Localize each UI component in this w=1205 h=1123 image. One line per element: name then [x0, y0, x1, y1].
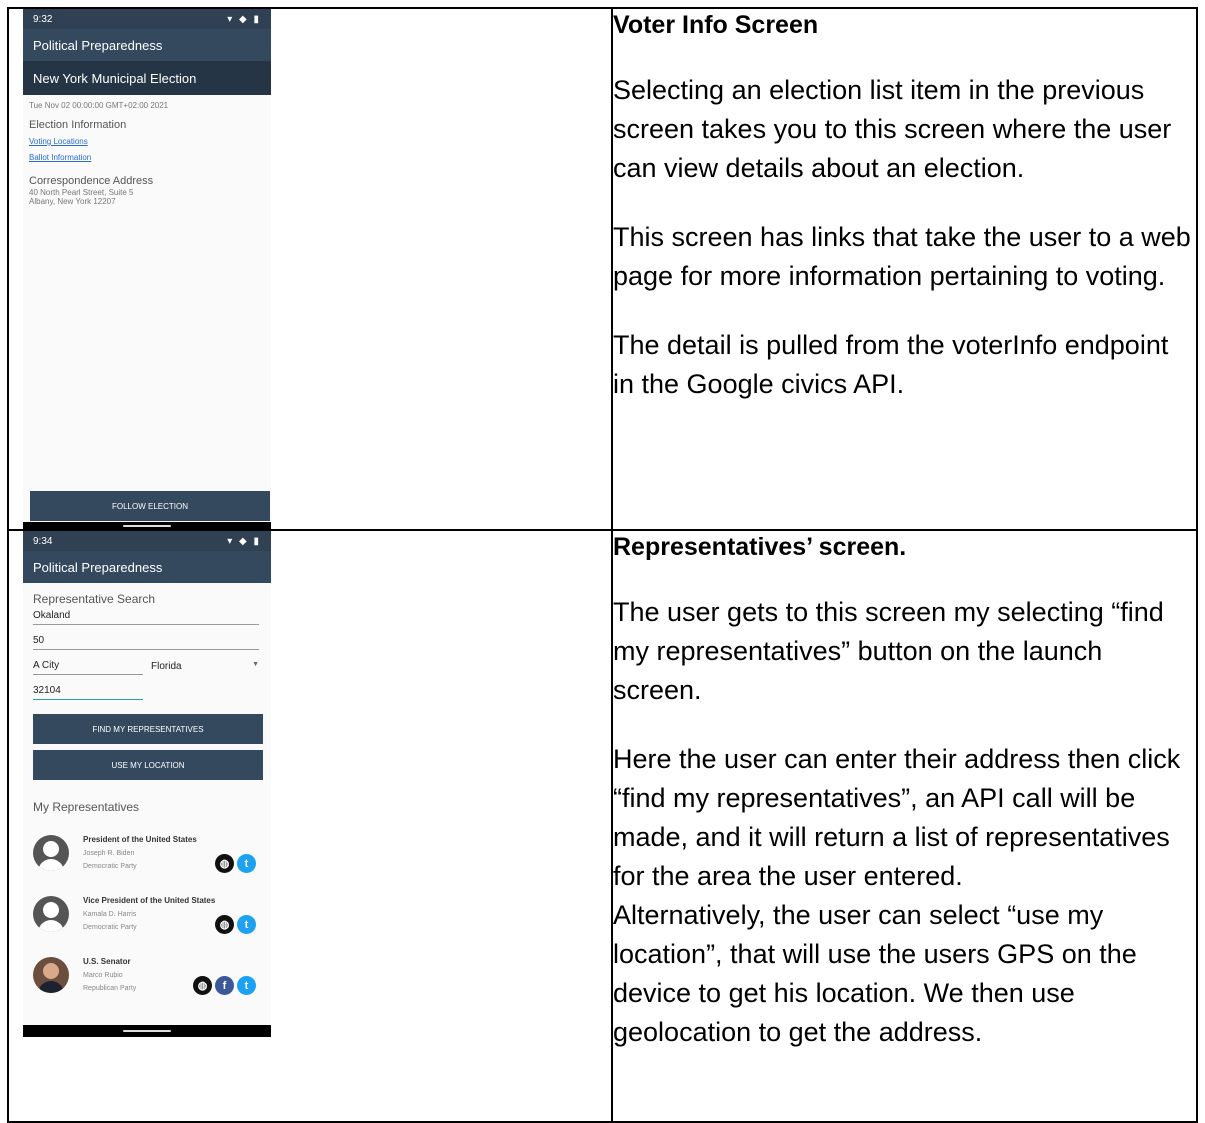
screenshot-cell: 9:32 ▾ ◆ ▮ Political Preparedness New Yo…: [7, 7, 613, 531]
table-row: 9:34 ▾ ◆ ▮ Political Preparedness Repres…: [7, 529, 1198, 1123]
status-bar: 9:34 ▾ ◆ ▮: [23, 531, 271, 551]
twitter-icon[interactable]: t: [237, 976, 256, 995]
find-representatives-button[interactable]: FIND MY REPRESENTATIVES: [33, 714, 263, 744]
state-select-value: Florida: [151, 661, 182, 672]
election-info-title: Election Information: [29, 119, 127, 131]
globe-icon[interactable]: ◍: [215, 915, 234, 934]
representatives-list: President of the United States Joseph R.…: [33, 822, 261, 1005]
address-line-1-input[interactable]: Okaland: [33, 610, 259, 625]
use-location-button[interactable]: USE MY LOCATION: [33, 750, 263, 780]
avatar: [33, 834, 69, 871]
zip-input[interactable]: 32104: [33, 685, 143, 700]
nav-bar: [23, 1025, 271, 1037]
rep-office: Vice President of the United States: [83, 896, 216, 905]
status-bar: 9:32 ▾ ◆ ▮: [23, 9, 271, 29]
rep-name: Kamala D. Harris: [83, 911, 137, 918]
voter-info-phone-screenshot: 9:32 ▾ ◆ ▮ Political Preparedness New Yo…: [23, 9, 271, 529]
globe-icon[interactable]: ◍: [193, 976, 212, 995]
rep-party: Democratic Party: [83, 863, 137, 870]
document-table: 9:32 ▾ ◆ ▮ Political Preparedness New Yo…: [7, 7, 1198, 1123]
search-title: Representative Search: [33, 592, 156, 606]
representatives-phone-screenshot: 9:34 ▾ ◆ ▮ Political Preparedness Repres…: [23, 531, 271, 1037]
description-cell: Representatives’ screen. The user gets t…: [611, 529, 1198, 1123]
app-title: Political Preparedness: [23, 551, 271, 583]
status-time: 9:34: [33, 535, 53, 547]
status-time: 9:32: [33, 13, 53, 25]
facebook-icon[interactable]: f: [215, 976, 234, 995]
twitter-icon[interactable]: t: [237, 854, 256, 873]
dropdown-arrow-icon: ▼: [252, 661, 259, 668]
address-line-2: Albany, New York 12207: [29, 197, 116, 206]
list-item[interactable]: President of the United States Joseph R.…: [33, 822, 261, 883]
list-item[interactable]: Vice President of the United States Kama…: [33, 883, 261, 944]
screenshot-cell: 9:34 ▾ ◆ ▮ Political Preparedness Repres…: [7, 529, 613, 1123]
rep-name: Joseph R. Biden: [83, 850, 135, 857]
city-state-row: A City Florida ▼: [33, 660, 261, 675]
election-name: New York Municipal Election: [23, 61, 271, 95]
paragraph: The detail is pulled from the voterInfo …: [613, 330, 1169, 399]
list-item[interactable]: U.S. Senator Marco Rubio Republican Part…: [33, 944, 261, 1005]
correspondence-title: Correspondence Address: [29, 175, 154, 187]
description-cell: Voter Info Screen Selecting an election …: [611, 7, 1198, 531]
section-heading: Representatives’ screen.: [613, 533, 907, 561]
follow-election-button[interactable]: FOLLOW ELECTION: [30, 491, 270, 521]
globe-icon[interactable]: ◍: [215, 854, 234, 873]
address-line-1: 40 North Pearl Street, Suite 5: [29, 188, 134, 197]
paragraph: Alternatively, the user can select “use …: [613, 900, 1137, 1047]
ballot-info-link[interactable]: Ballot Information: [29, 153, 265, 162]
status-icons: ▾ ◆ ▮: [227, 13, 261, 25]
state-select[interactable]: Florida ▼: [151, 661, 259, 675]
paragraph: This screen has links that take the user…: [613, 222, 1191, 291]
rep-party: Republican Party: [83, 985, 137, 992]
table-row: 9:32 ▾ ◆ ▮ Political Preparedness New Yo…: [7, 7, 1198, 531]
election-details: Tue Nov 02 00:00:00 GMT+02:00 2021 Elect…: [23, 95, 271, 481]
representatives-title: My Representatives: [33, 800, 140, 814]
section-heading: Voter Info Screen: [613, 11, 819, 39]
avatar: [33, 956, 69, 993]
voting-locations-link[interactable]: Voting Locations: [29, 137, 265, 146]
paragraph: The user gets to this screen my selectin…: [613, 597, 1164, 705]
election-date: Tue Nov 02 00:00:00 GMT+02:00 2021: [29, 101, 169, 110]
paragraph: Here the user can enter their address th…: [613, 744, 1181, 891]
rep-office: President of the United States: [83, 835, 197, 844]
nav-bar: [23, 522, 271, 529]
paragraph: Selecting an election list item in the p…: [613, 75, 1172, 183]
rep-name: Marco Rubio: [83, 972, 123, 979]
avatar: [33, 895, 69, 932]
twitter-icon[interactable]: t: [237, 915, 256, 934]
rep-party: Democratic Party: [83, 924, 137, 931]
representative-search-form: Representative Search Okaland 50 A City …: [23, 583, 271, 1005]
rep-office: U.S. Senator: [83, 957, 131, 966]
status-icons: ▾ ◆ ▮: [227, 535, 261, 547]
city-input[interactable]: A City: [33, 660, 143, 675]
app-title: Political Preparedness: [23, 29, 271, 61]
address-line-2-input[interactable]: 50: [33, 635, 259, 650]
